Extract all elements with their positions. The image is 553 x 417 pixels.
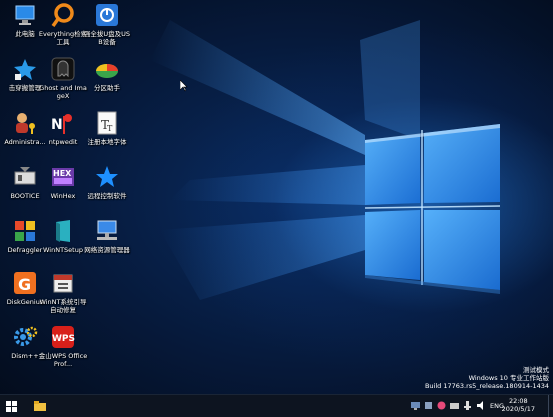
mouse-cursor-icon (180, 80, 188, 92)
svg-text:HEX: HEX (53, 169, 72, 178)
g-logo-icon: G (12, 270, 38, 296)
test-mode-watermark: 测试模式 Windows 10 专业工作站版 Build 17763.rs5_r… (425, 366, 549, 390)
magnifier-icon (50, 2, 76, 28)
taskbar: ENG 22:08 2020/5/17 (0, 394, 553, 417)
repair-box-icon (50, 270, 76, 296)
star-icon (94, 164, 120, 190)
device-tray-icon[interactable] (424, 401, 433, 410)
icon-label: 网络资源管理器 (84, 246, 130, 254)
folder-icon (34, 401, 46, 411)
computer-icon (12, 2, 38, 28)
svg-text:T: T (107, 124, 113, 133)
user-key-icon (12, 110, 38, 136)
clock-time: 22:08 (508, 397, 528, 405)
icon-label: Everything检索工具 (38, 30, 88, 46)
remote-tool-icon-item[interactable]: 远程控制软件 (82, 164, 132, 200)
desktop[interactable]: 此电脑 Everything检索工具 强全拔U盘及USB设备 击穿搬管理 Gho… (0, 0, 553, 394)
icon-label: WinHex (50, 192, 76, 200)
watermark-line3: Build 17763.rs5_release.180914-1434 (424, 382, 549, 390)
svg-text:N: N (51, 117, 63, 133)
icon-label: Ghost and ImageX (39, 84, 87, 100)
usb-safe-remove-icon-item[interactable]: 强全拔U盘及USB设备 (82, 2, 132, 46)
start-button[interactable] (0, 395, 22, 417)
file-explorer-button[interactable] (30, 395, 50, 417)
nt-pin-icon: N (50, 110, 76, 136)
star-app-icon (12, 56, 38, 82)
gear-icon (12, 324, 38, 350)
winntsetup-icon-item[interactable]: WinNTSetup (38, 218, 88, 254)
wps-logo-icon: WPS (50, 324, 76, 350)
usb-icon (94, 2, 120, 28)
watermark-line1: 测试模式 (523, 366, 549, 374)
icon-label: ntpwedit (48, 138, 78, 146)
font-file-icon: TT (94, 110, 120, 136)
show-desktop-button[interactable] (548, 395, 553, 417)
network-tool-icon-item[interactable]: 网络资源管理器 (82, 218, 132, 254)
everything-icon-item[interactable]: Everything检索工具 (38, 2, 88, 46)
svg-text:G: G (18, 275, 31, 294)
record-tray-icon[interactable] (437, 401, 446, 410)
watermark-line2: Windows 10 专业工作站版 (468, 374, 549, 382)
icon-label: 强全拔U盘及USB设备 (83, 30, 131, 46)
winhex-icon-item[interactable]: HEX WinHex (38, 164, 88, 200)
network-tray-icon[interactable] (411, 401, 420, 410)
disk-pie-icon (94, 56, 120, 82)
volume-icon[interactable] (477, 401, 486, 410)
keyboard-tray-icon[interactable] (450, 401, 459, 410)
windows-logo-icon (5, 400, 17, 412)
defrag-blocks-icon (12, 218, 38, 244)
ghost-icon (50, 56, 76, 82)
setup-box-icon (50, 218, 76, 244)
ntpwedit-icon-item[interactable]: N ntpwedit (38, 110, 88, 146)
hex-icon: HEX (50, 164, 76, 190)
svg-text:WPS: WPS (52, 334, 75, 344)
ghost-imagex-icon-item[interactable]: Ghost and ImageX (38, 56, 88, 100)
icon-label: 金山WPS Office Prof... (38, 352, 88, 368)
icon-label: 远程控制软件 (87, 192, 127, 200)
system-clock[interactable]: 22:08 2020/5/17 (502, 397, 535, 413)
wps-icon-item[interactable]: WPS 金山WPS Office Prof... (38, 324, 88, 368)
icon-label: 注册本地字体 (87, 138, 127, 146)
network-computer-icon (94, 218, 120, 244)
icon-label: WinNTSetup (43, 246, 83, 254)
font-tool-icon-item[interactable]: TT 注册本地字体 (82, 110, 132, 146)
usb-tray-icon[interactable] (463, 401, 472, 410)
partition-assistant-icon-item[interactable]: 分区助手 (82, 56, 132, 92)
clock-date: 2020/5/17 (501, 405, 535, 413)
boot-disk-icon (12, 164, 38, 190)
icon-label: 分区助手 (94, 84, 120, 92)
winnt-boot-repair-icon-item[interactable]: WinNT系统引导自动修复 (38, 270, 88, 314)
icon-label: WinNT系统引导自动修复 (39, 298, 87, 314)
